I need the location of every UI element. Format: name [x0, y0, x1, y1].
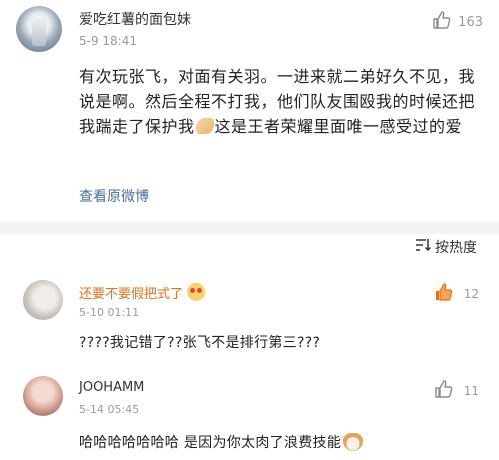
comment-time: 5-14 05:45 — [79, 403, 140, 416]
avatar[interactable] — [23, 280, 63, 320]
sort-label: 按热度 — [435, 240, 477, 256]
comment-like-button[interactable]: 12 — [434, 282, 479, 305]
comment-like-count: 11 — [463, 383, 479, 398]
sort-bar: 按热度 — [0, 234, 499, 256]
comment-text: ????我记错了??张飞不是排行第三??? — [79, 335, 321, 351]
comment-time: 5-10 01:11 — [79, 306, 140, 319]
blushing-face-emoji-icon — [187, 283, 206, 301]
post-content: 有次玩张飞，对面有关羽。一进来就二弟好久不见，我说是啊。然后全程不打我，他们队友… — [79, 64, 484, 139]
avatar[interactable] — [23, 376, 63, 416]
comment-item: JOOHAMM 5-14 05:45 11 哈哈哈哈哈哈哈 是因为你太肉了浪费技… — [0, 368, 499, 460]
avatar[interactable] — [16, 6, 62, 52]
cat-emoji-icon — [343, 433, 364, 451]
thumb-up-icon — [432, 10, 452, 34]
comment-like-button[interactable]: 11 — [434, 379, 479, 402]
sort-by-hot-button[interactable]: 按热度 — [415, 237, 477, 257]
comment-text: 哈哈哈哈哈哈哈 是因为你太肉了浪费技能 — [79, 432, 364, 452]
section-divider — [0, 222, 499, 234]
post-username[interactable]: 爱吃红薯的面包妹 — [79, 9, 191, 29]
post-time: 5-9 18:41 — [79, 34, 137, 48]
post-like-count: 163 — [458, 14, 483, 30]
post-like-button[interactable]: 163 — [432, 10, 483, 34]
sort-lines-icon — [415, 238, 432, 256]
weibo-post: 爱吃红薯的面包妹 5-9 18:41 163 有次玩张飞，对面有关羽。一进来就二… — [0, 0, 499, 222]
hand-emoji-icon — [195, 118, 214, 134]
post-content-text-end: 这是王者荣耀里面唯一感受过的爱 — [214, 117, 463, 136]
thumb-up-icon — [434, 282, 454, 305]
comment-username[interactable]: 还要不要假把式了 — [79, 283, 206, 302]
view-original-link[interactable]: 查看原微博 — [79, 186, 149, 206]
thumb-up-icon — [434, 379, 454, 402]
comment-username[interactable]: JOOHAMM — [79, 380, 144, 395]
comment-like-count: 12 — [463, 286, 479, 301]
comment-item: 还要不要假把式了 5-10 01:11 12 ????我记错了??张飞不是排行第… — [0, 272, 499, 362]
